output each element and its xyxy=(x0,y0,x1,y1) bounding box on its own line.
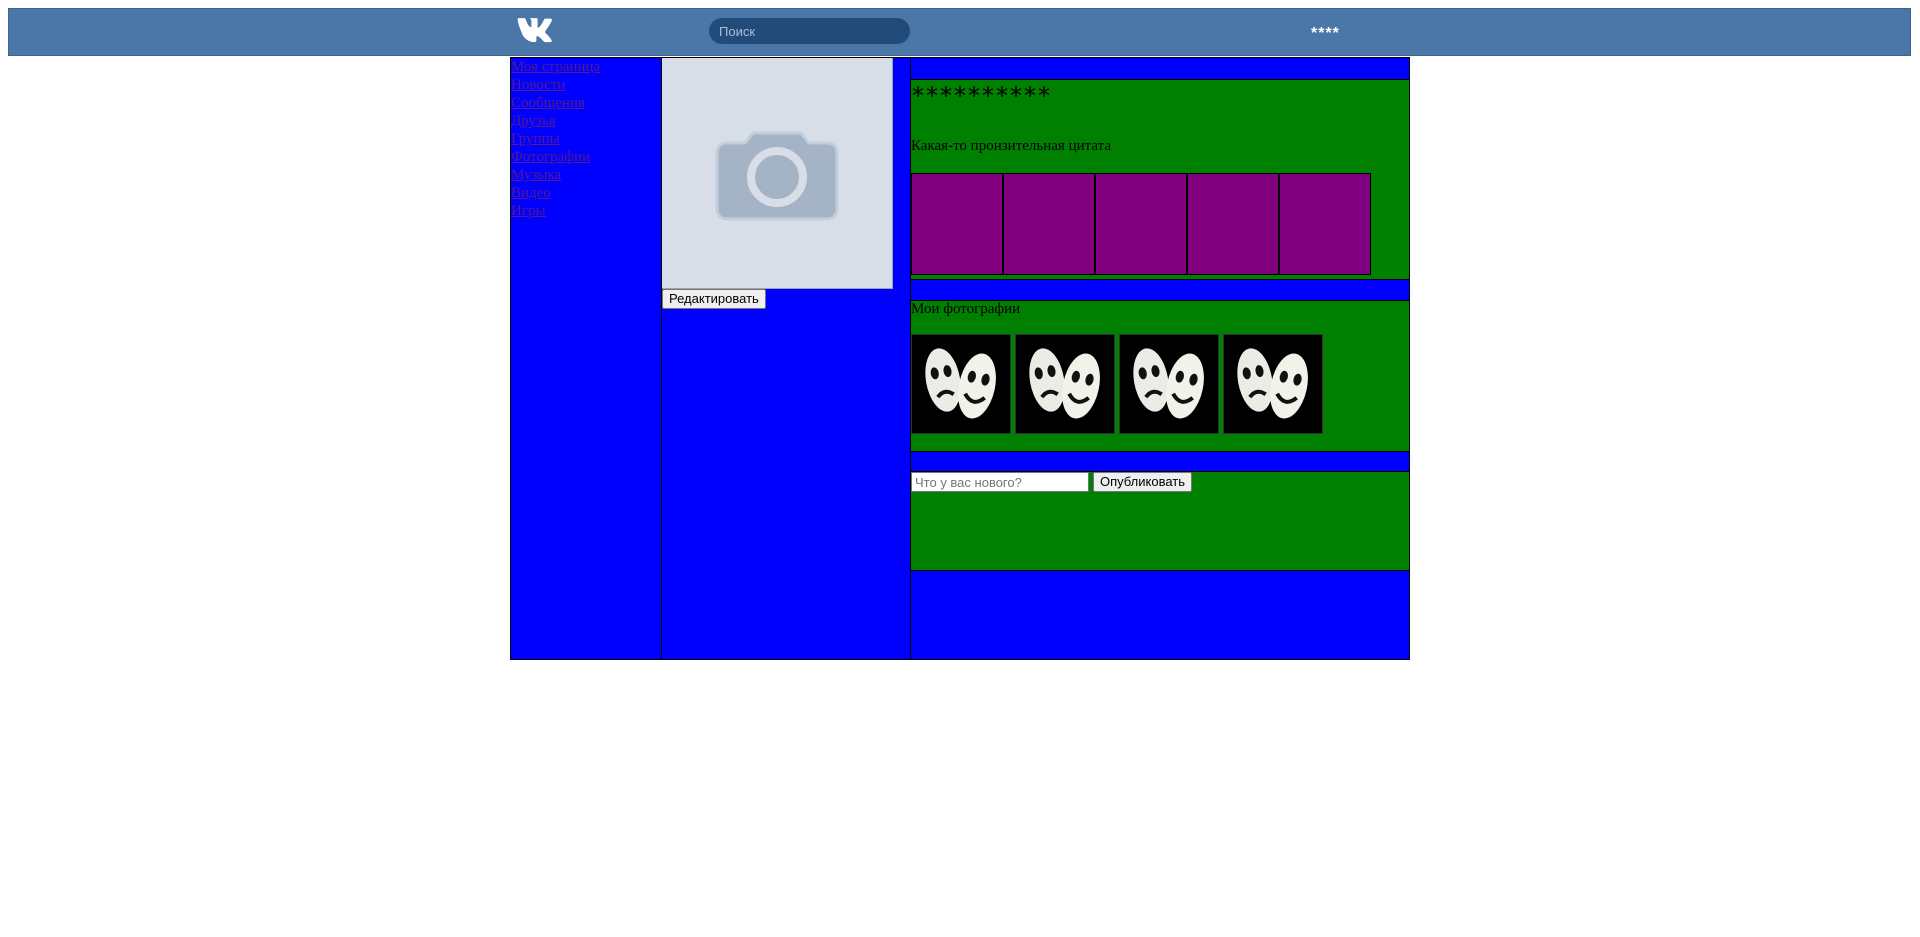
sidebar-item-my-page[interactable]: Моя страница xyxy=(511,58,661,76)
profile-box xyxy=(1003,173,1095,275)
sidebar-item-music[interactable]: Музыка xyxy=(511,166,661,184)
theater-masks-icon xyxy=(1133,348,1204,419)
vk-logo-icon[interactable] xyxy=(517,16,563,48)
theater-masks-icon xyxy=(1029,348,1100,419)
profile-box xyxy=(1279,173,1371,275)
profile-box xyxy=(911,173,1003,275)
sidebar-item-messages[interactable]: Сообщения xyxy=(511,94,661,112)
theater-masks-icon xyxy=(1237,348,1308,419)
main-column: ********** Какая-то пронзительная цитата… xyxy=(910,57,1410,660)
photo-thumbnail[interactable] xyxy=(1223,334,1323,434)
photos-panel: Мои фотографии xyxy=(911,300,1409,452)
search-input[interactable] xyxy=(709,18,910,44)
profile-boxes xyxy=(911,173,1371,275)
edit-profile-button[interactable]: Редактировать xyxy=(662,289,766,309)
photo-thumbnails xyxy=(911,334,1323,434)
sidebar-item-games[interactable]: Игры xyxy=(511,202,661,220)
avatar-column: Редактировать xyxy=(661,57,911,660)
publish-button[interactable]: Опубликовать xyxy=(1093,472,1193,492)
profile-box xyxy=(1095,173,1187,275)
profile-quote: Какая-то пронзительная цитата xyxy=(911,138,1112,154)
photos-title: Мои фотографии xyxy=(911,301,1021,317)
avatar[interactable] xyxy=(662,58,893,289)
sidebar-item-news[interactable]: Новости xyxy=(511,76,661,94)
camera-icon xyxy=(715,131,839,221)
profile-box xyxy=(1187,173,1279,275)
photo-thumbnail[interactable] xyxy=(911,334,1011,434)
photo-thumbnail[interactable] xyxy=(1015,334,1115,434)
sidebar-item-video[interactable]: Видео xyxy=(511,184,661,202)
sidebar-item-groups[interactable]: Группы xyxy=(511,130,661,148)
profile-panel: ********** Какая-то пронзительная цитата xyxy=(911,79,1409,280)
post-form: Опубликовать xyxy=(911,472,1193,492)
sidebar-item-photos[interactable]: Фотографии xyxy=(511,148,661,166)
top-bar: **** xyxy=(8,8,1911,56)
new-post-input[interactable] xyxy=(911,472,1089,492)
user-name[interactable]: **** xyxy=(1311,25,1340,43)
photo-thumbnail[interactable] xyxy=(1119,334,1219,434)
post-panel: Опубликовать xyxy=(911,471,1409,571)
sidebar-item-friends[interactable]: Друзья xyxy=(511,112,661,130)
sidebar-nav: Моя страница Новости Сообщения Друзья Гр… xyxy=(510,57,662,660)
profile-name: ********** xyxy=(912,82,1052,110)
theater-masks-icon xyxy=(925,348,996,419)
